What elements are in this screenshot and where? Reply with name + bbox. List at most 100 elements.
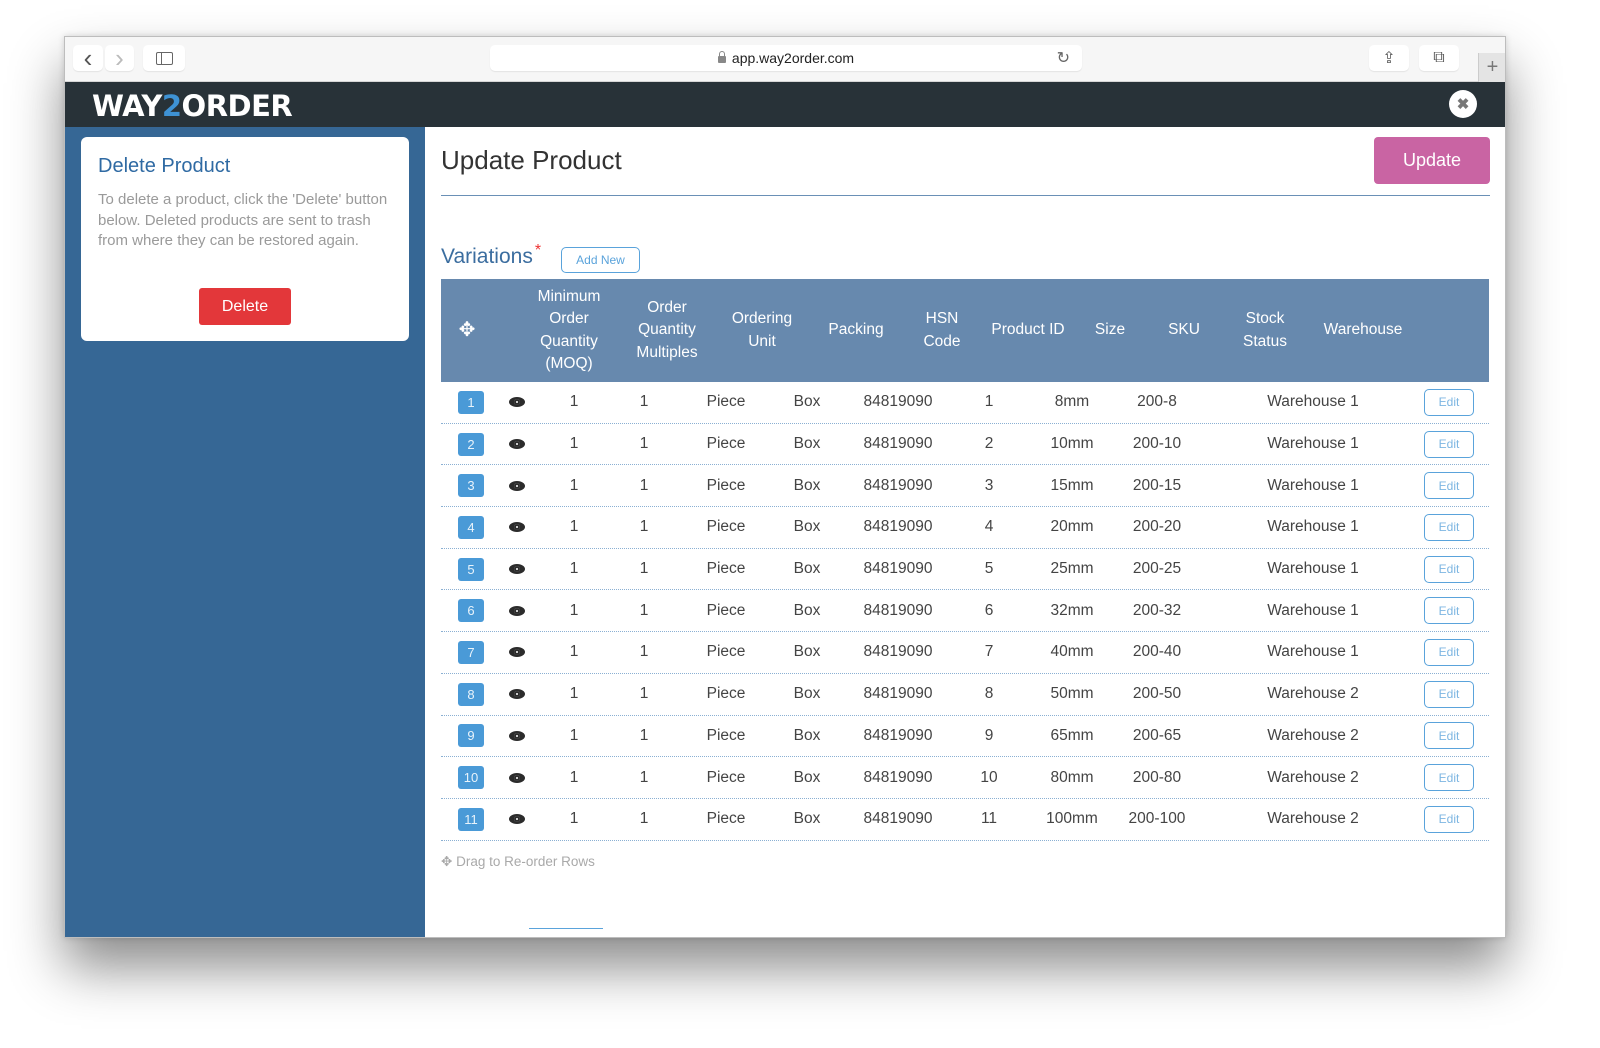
cell-index: 7 xyxy=(445,632,497,673)
forward-button[interactable]: › xyxy=(105,45,134,71)
row-index-badge[interactable]: 9 xyxy=(458,724,484,748)
cell-size: 10mm xyxy=(1050,435,1094,453)
share-button[interactable]: ⇪ xyxy=(1369,45,1409,71)
eye-icon[interactable] xyxy=(507,687,527,701)
cell-actions: Edit xyxy=(1423,632,1475,673)
edit-button[interactable]: Edit xyxy=(1424,513,1474,541)
table-body: 1 1 1 Piece Box 84819090 1 8mm 200-8 War… xyxy=(441,382,1489,841)
table-row[interactable]: 9 1 1 Piece Box 84819090 9 65mm 200-65 W… xyxy=(441,716,1489,758)
sidebar-toggle-button[interactable] xyxy=(143,45,185,71)
cell-visibility xyxy=(505,674,529,715)
row-index-badge[interactable]: 4 xyxy=(458,515,484,539)
cell-moq: 1 xyxy=(569,685,579,703)
eye-icon[interactable] xyxy=(507,479,527,493)
row-index-badge[interactable]: 7 xyxy=(458,640,484,664)
cell-index: 6 xyxy=(445,590,497,631)
delete-button[interactable]: Delete xyxy=(199,288,291,325)
table-row[interactable]: 2 1 1 Piece Box 84819090 2 10mm 200-10 W… xyxy=(441,424,1489,466)
eye-icon[interactable] xyxy=(507,812,527,826)
row-index-badge[interactable]: 6 xyxy=(458,599,484,623)
edit-button[interactable]: Edit xyxy=(1424,764,1474,792)
cell-index: 8 xyxy=(445,674,497,715)
cell-moq: 1 xyxy=(569,476,579,494)
cell-multiples: 1 xyxy=(639,768,649,786)
table-row[interactable]: 8 1 1 Piece Box 84819090 8 50mm 200-50 W… xyxy=(441,674,1489,716)
column-header-warehouse[interactable]: Warehouse xyxy=(1313,279,1413,382)
edit-button[interactable]: Edit xyxy=(1424,472,1474,500)
delete-product-card: Delete Product To delete a product, clic… xyxy=(81,137,409,341)
eye-icon[interactable] xyxy=(507,437,527,451)
update-button[interactable]: Update xyxy=(1374,137,1490,184)
cell-multiples: 1 xyxy=(639,685,649,703)
edit-button[interactable]: Edit xyxy=(1424,722,1474,750)
eye-icon[interactable] xyxy=(507,520,527,534)
cell-packing: Box xyxy=(793,518,821,536)
cell-sku: 200-8 xyxy=(1137,393,1177,411)
column-header-hsn-code[interactable]: HSN Code xyxy=(911,279,973,382)
column-header-moq[interactable]: Minimum Order Quantity (MOQ) xyxy=(529,279,609,382)
edit-button[interactable]: Edit xyxy=(1424,430,1474,458)
row-index-badge[interactable]: 3 xyxy=(458,474,484,498)
cell-actions: Edit xyxy=(1423,716,1475,757)
logo[interactable]: WAY2ORDER xyxy=(92,89,293,123)
edit-button[interactable]: Edit xyxy=(1424,555,1474,583)
edit-button[interactable]: Edit xyxy=(1424,680,1474,708)
table-row[interactable]: 1 1 1 Piece Box 84819090 1 8mm 200-8 War… xyxy=(441,382,1489,424)
eye-icon[interactable] xyxy=(507,395,527,409)
eye-icon[interactable] xyxy=(507,729,527,743)
cell-moq: 1 xyxy=(569,726,579,744)
row-index-badge[interactable]: 2 xyxy=(458,432,484,456)
eye-icon[interactable] xyxy=(507,604,527,618)
add-new-variation-button[interactable]: Add New xyxy=(561,247,640,273)
back-button[interactable]: ‹ xyxy=(73,45,103,71)
table-row[interactable]: 4 1 1 Piece Box 84819090 4 20mm 200-20 W… xyxy=(441,507,1489,549)
cell-index: 3 xyxy=(445,465,497,506)
row-index-badge[interactable]: 5 xyxy=(458,557,484,581)
cell-warehouse: Warehouse 1 xyxy=(1267,601,1359,619)
row-index-badge[interactable]: 10 xyxy=(458,766,484,790)
cell-multiples: 1 xyxy=(639,810,649,828)
cell-packing: Box xyxy=(793,393,821,411)
eye-icon[interactable] xyxy=(507,562,527,576)
variations-label: Variations xyxy=(441,245,533,268)
row-index-badge[interactable]: 8 xyxy=(458,682,484,706)
close-button[interactable]: ✖ xyxy=(1449,90,1477,118)
cell-sku: 200-10 xyxy=(1132,435,1182,453)
table-row[interactable]: 11 1 1 Piece Box 84819090 11 100mm 200-1… xyxy=(441,799,1489,841)
cell-multiples: 1 xyxy=(639,435,649,453)
column-header-size[interactable]: Size xyxy=(1085,279,1135,382)
cell-packing: Box xyxy=(793,435,821,453)
table-row[interactable]: 6 1 1 Piece Box 84819090 6 32mm 200-32 W… xyxy=(441,590,1489,633)
eye-icon[interactable] xyxy=(507,645,527,659)
cell-product-id: 6 xyxy=(984,601,994,619)
row-index-badge[interactable]: 11 xyxy=(458,807,484,831)
new-tab-button[interactable]: + xyxy=(1478,53,1505,82)
tabs-overview-button[interactable]: ⧉ xyxy=(1419,45,1459,71)
edit-button[interactable]: Edit xyxy=(1424,638,1474,666)
column-header-ordering-unit[interactable]: Ordering Unit xyxy=(725,279,799,382)
edit-button[interactable]: Edit xyxy=(1424,388,1474,416)
column-header-product-id[interactable]: Product ID xyxy=(985,279,1071,382)
column-header-sku[interactable]: SKU xyxy=(1159,279,1209,382)
cell-size: 50mm xyxy=(1050,685,1094,703)
table-row[interactable]: 10 1 1 Piece Box 84819090 10 80mm 200-80… xyxy=(441,757,1489,799)
eye-icon[interactable] xyxy=(507,771,527,785)
table-row[interactable]: 7 1 1 Piece Box 84819090 7 40mm 200-40 W… xyxy=(441,632,1489,674)
table-row[interactable]: 5 1 1 Piece Box 84819090 5 25mm 200-25 W… xyxy=(441,549,1489,591)
column-header-multiples[interactable]: Order Quantity Multiples xyxy=(629,279,705,382)
row-index-badge[interactable]: 1 xyxy=(458,390,484,414)
table-row[interactable]: 3 1 1 Piece Box 84819090 3 15mm 200-15 W… xyxy=(441,465,1489,508)
edit-button[interactable]: Edit xyxy=(1424,805,1474,833)
cell-visibility xyxy=(505,382,529,423)
cell-visibility xyxy=(505,799,529,840)
cell-hsn-code: 84819090 xyxy=(863,685,933,703)
edit-button[interactable]: Edit xyxy=(1424,597,1474,625)
cell-ordering-unit: Piece xyxy=(706,393,746,411)
cell-warehouse: Warehouse 1 xyxy=(1267,393,1359,411)
variations-heading: Variations * xyxy=(441,242,541,269)
column-header-stock-status[interactable]: Stock Status xyxy=(1231,279,1299,382)
address-bar[interactable]: app.way2order.com ↻ xyxy=(490,45,1082,71)
column-header-packing[interactable]: Packing xyxy=(821,279,891,382)
reload-icon[interactable]: ↻ xyxy=(1057,48,1070,68)
cell-warehouse: Warehouse 2 xyxy=(1267,810,1359,828)
